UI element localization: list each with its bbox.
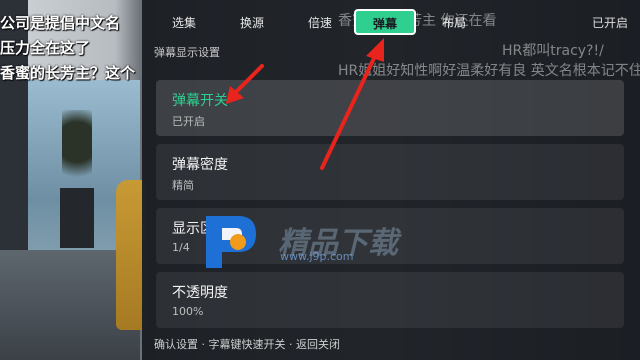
footer-hint: 确认设置 · 字幕键快速开关 · 返回关闭 xyxy=(154,338,340,351)
watermark: 精品下载 www.j9p.com xyxy=(198,210,438,270)
setting-value: 已开启 xyxy=(172,115,205,128)
setting-value: 100% xyxy=(172,305,204,318)
setting-title: 不透明度 xyxy=(172,285,228,301)
danmaku-comment: HR姐姐好知性啊好温柔好有良 英文名根本记不住 xyxy=(338,63,640,79)
danmaku-comment: 公司是提倡中文名 xyxy=(0,14,121,32)
danmaku-comment: 香蜜的长芳主？这个 xyxy=(0,64,136,82)
danmaku-status: 已开启 xyxy=(591,16,628,30)
setting-title: 弹幕密度 xyxy=(172,157,228,173)
setting-value: 1/4 xyxy=(172,241,190,254)
watermark-logo-icon xyxy=(206,216,256,268)
setting-title: 弹幕开关 xyxy=(172,93,228,109)
setting-danmaku-toggle[interactable]: 弹幕开关 已开启 xyxy=(156,80,624,136)
setting-opacity[interactable]: 不透明度 100% xyxy=(156,272,624,328)
tab-danmaku[interactable]: 弹幕 xyxy=(354,9,416,35)
tab-speed[interactable]: 倍速 xyxy=(308,14,332,31)
video-plant-pot xyxy=(60,188,94,248)
section-title: 弹幕显示设置 xyxy=(154,46,220,59)
watermark-url: www.j9p.com xyxy=(280,250,354,263)
setting-danmaku-density[interactable]: 弹幕密度 精简 xyxy=(156,144,624,200)
tab-layout[interactable]: 布局 xyxy=(442,14,466,31)
setting-value: 精简 xyxy=(172,179,194,192)
danmaku-comment: 压力全在这了 xyxy=(0,39,91,57)
tab-source[interactable]: 换源 xyxy=(240,14,264,31)
settings-panel: 香蜜里的长芳主 你还在看 HR都叫tracy?!/ HR姐姐好知性啊好温柔好有良… xyxy=(142,0,640,360)
video-plant xyxy=(62,110,92,190)
settings-tabs: 选集 换源 倍速 弹幕 布局 已开启 xyxy=(142,0,640,44)
tab-episodes[interactable]: 选集 xyxy=(172,14,196,31)
